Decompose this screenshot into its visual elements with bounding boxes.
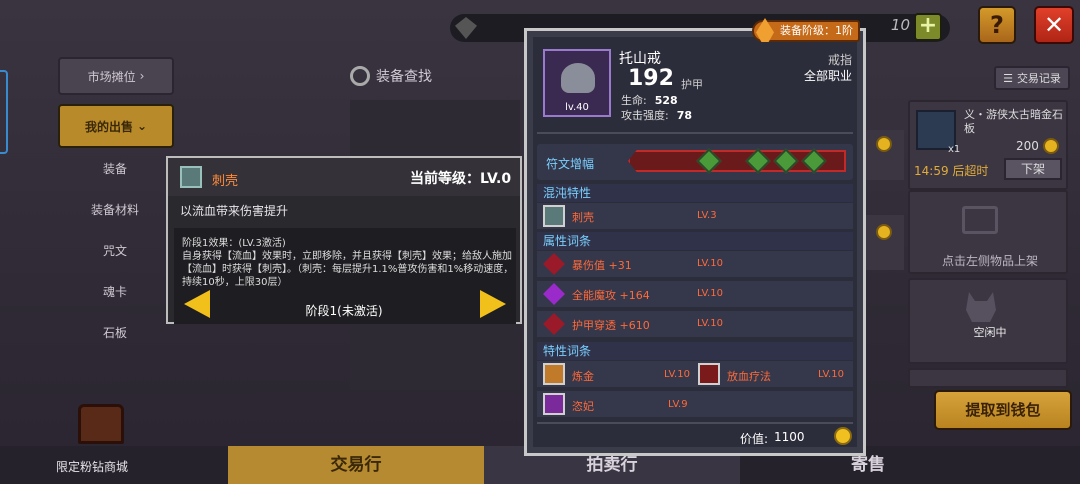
ring-icon <box>561 63 595 93</box>
chaos-trait-heading: 混沌特性 <box>537 184 853 202</box>
item-class: 全部职业 <box>804 69 853 83</box>
price-value: 1100 <box>774 430 805 444</box>
trait-name: 炼金 <box>572 370 594 383</box>
stat-health-value: 528 <box>654 94 678 107</box>
skill-description: 以流血带来伤害提升 <box>180 204 289 218</box>
item-armor-label: 护甲 <box>681 78 703 91</box>
delist-button[interactable]: 下架 <box>1004 158 1062 180</box>
stat-attack-value: 78 <box>676 109 693 122</box>
skill-tooltip: 刺壳 当前等级：LV.0 以流血带来伤害提升 阶段1效果：(LV.3激活) 自身… <box>166 156 522 324</box>
trait-level: LV.9 <box>668 399 688 410</box>
subnav-materials[interactable]: 装备材料 <box>60 201 170 218</box>
stat-health-label: 生命: <box>621 94 647 107</box>
trait-level: LV.10 <box>664 369 690 380</box>
attribute-name: 全能魔攻 +164 <box>572 289 650 302</box>
item-armor-value: 192 <box>628 66 674 91</box>
attribute-level: LV.10 <box>697 258 723 269</box>
chevron-right-icon: › <box>139 69 145 83</box>
limited-mall-label: 限定粉钻商城 <box>56 460 129 474</box>
listing-count: x1 <box>948 144 961 155</box>
spike-shell-icon <box>543 205 565 227</box>
listing-timeout: 14:59 后超时 <box>914 164 989 178</box>
close-button[interactable]: ✕ <box>1034 6 1074 44</box>
item-type: 戒指 <box>828 53 853 67</box>
attribute-name: 暴伤值 +31 <box>572 259 632 272</box>
listing-price-value: 200 <box>1016 139 1039 153</box>
currency-count: 10 <box>890 16 910 34</box>
alchemy-icon <box>543 363 565 385</box>
coin-icon <box>876 136 892 152</box>
add-currency-button[interactable]: + <box>914 13 942 41</box>
attribute-heading: 属性词条 <box>537 232 853 250</box>
skill-icon <box>180 166 202 188</box>
coin-icon <box>876 224 892 240</box>
listing-name: 义・游侠太古暗金石板 <box>964 108 1063 135</box>
trade-record-button[interactable]: ☰ 交易记录 <box>994 66 1070 90</box>
search-icon <box>350 66 370 86</box>
subnav-slates[interactable]: 石板 <box>60 324 170 341</box>
side-handle[interactable] <box>0 70 8 154</box>
tab-trade-house[interactable]: 交易行 <box>228 446 484 484</box>
attribute-level: LV.10 <box>697 288 723 299</box>
extract-to-wallet-button[interactable]: 提取到钱包 <box>934 390 1072 430</box>
stage-effect-text: 自身获得【流血】效果时，立即移除，并且获得【刺壳】效果；给敌人施加【流血】时获得… <box>182 251 514 288</box>
stage-label: 阶段1(未激活) <box>305 304 383 318</box>
limited-mall-button[interactable] <box>60 404 140 460</box>
market-stall-button[interactable]: 市场摊位 › <box>58 57 174 95</box>
record-icon: ☰ <box>1003 71 1013 85</box>
equipment-search-label: 装备查找 <box>376 69 432 85</box>
bloodletting-icon <box>698 363 720 385</box>
trait-name: 放血疗法 <box>727 370 771 383</box>
stat-attack-label: 攻击强度: <box>621 109 669 122</box>
trait-level: LV.10 <box>818 369 844 380</box>
divider <box>537 422 853 424</box>
listing-price: 200 <box>1016 138 1059 154</box>
stat-health: 生命: 528 <box>621 92 678 108</box>
treasure-chest-icon <box>78 404 124 444</box>
my-sales-button[interactable]: 我的出售 ⌄ <box>58 104 174 148</box>
ring-item-icon: lv.40 <box>543 49 611 117</box>
coin-icon <box>834 427 852 445</box>
skill-current-level: 当前等级：LV.0 <box>410 171 512 187</box>
item-level: lv.40 <box>565 102 589 113</box>
subnav-equipment[interactable]: 装备 <box>60 160 170 177</box>
idle-slot-label: 空闲中 <box>973 326 1007 339</box>
concubine-icon <box>543 393 565 415</box>
help-button[interactable]: ? <box>978 6 1016 44</box>
market-stall-label: 市场摊位 <box>87 69 136 84</box>
my-sales-label: 我的出售 <box>84 119 133 134</box>
stage-title: 阶段1效果：(LV.3激活) <box>182 238 286 249</box>
trait-name: 恣妃 <box>572 400 594 413</box>
trait-heading: 特性词条 <box>537 342 853 360</box>
chaos-trait-level: LV.3 <box>697 210 717 221</box>
subnav-spells[interactable]: 咒文 <box>60 242 170 259</box>
price-label: 价值: <box>740 432 769 446</box>
coin-icon <box>1042 138 1059 154</box>
equipment-search[interactable]: 装备查找 <box>350 66 432 86</box>
chaos-trait-name: 刺壳 <box>572 211 594 224</box>
empty-slot-hint: 点击左侧物品上架 <box>941 254 1038 268</box>
subnav-soulcards[interactable]: 魂卡 <box>60 283 170 300</box>
rune-amplify-label: 符文增幅 <box>546 157 595 171</box>
divider <box>537 132 853 134</box>
item-name: 托山戒 <box>619 51 661 67</box>
stat-attack: 攻击强度: 78 <box>621 107 692 123</box>
slot-card[interactable] <box>908 368 1068 388</box>
chest-icon <box>962 206 998 234</box>
chevron-down-icon: ⌄ <box>136 119 148 133</box>
attribute-name: 护甲穿透 +610 <box>572 319 650 332</box>
trade-record-label: 交易记录 <box>1016 72 1061 85</box>
attribute-level: LV.10 <box>697 318 723 329</box>
skill-name: 刺壳 <box>212 174 239 189</box>
